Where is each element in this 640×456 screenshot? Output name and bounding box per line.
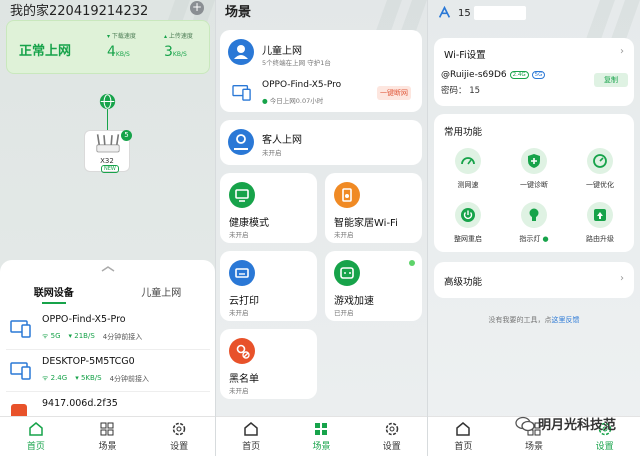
grid-icon (100, 422, 114, 436)
nav-scene[interactable]: 场景 (291, 421, 351, 452)
optimize-button[interactable]: 一键优化 (570, 148, 630, 190)
advanced-functions-card[interactable]: 高级功能 › (434, 262, 634, 298)
device-row[interactable]: DESKTOP-5M5TCG0 ᯤ 2.4G ▾ 5KB/S 4分钟前接入 (6, 350, 210, 392)
speaker-icon (334, 182, 360, 208)
redacted-box (474, 6, 526, 20)
home-title: 我的家220419214232 (10, 4, 149, 19)
download-speed: ▾ 下载速度 4KB/S (107, 33, 136, 60)
power-icon (461, 208, 475, 222)
add-icon[interactable]: + (190, 1, 204, 15)
game-active-dot (409, 260, 415, 266)
router-icon (96, 134, 120, 153)
health-mode-card[interactable]: 健康模式 未开启 (220, 173, 317, 243)
tab-kids-online[interactable]: 儿童上网 (108, 284, 216, 299)
disconnect-button[interactable]: 一键断网 (377, 86, 411, 100)
restart-network-button[interactable]: 整网重启 (438, 202, 498, 244)
chevron-right-icon: › (620, 273, 624, 284)
wechat-icon (515, 416, 535, 431)
blacklist-card[interactable]: 黑名单 未开启 (220, 329, 317, 399)
connected-count-badge: 5 (121, 130, 132, 141)
nav-home[interactable]: 首页 (221, 421, 281, 452)
shield-plus-icon (528, 154, 540, 168)
nav-scene[interactable]: 场景 (77, 421, 137, 452)
bottom-nav: 首页 场景 设置 (216, 416, 427, 456)
network-status-card[interactable]: 正常上网 ▾ 下载速度 4KB/S ▴ 上传速度 3KB/S (6, 20, 210, 74)
monitor-icon (229, 182, 255, 208)
kids-icon (228, 39, 254, 65)
home-icon (244, 422, 258, 436)
upload-speed: ▴ 上传速度 3KB/S (164, 33, 193, 60)
nav-home[interactable]: 首页 (6, 421, 66, 452)
game-boost-card[interactable]: 游戏加速 已开启 (325, 251, 422, 321)
phone-laptop-icon (10, 320, 31, 338)
router-upgrade-button[interactable]: 路由升级 (570, 202, 630, 244)
tab-connected-devices[interactable]: 联网设备 (0, 284, 108, 299)
indicator-light-button[interactable]: 指示灯 ● (504, 202, 564, 244)
copy-button[interactable]: 复制 (594, 73, 628, 87)
page-title: 场景 (225, 5, 252, 20)
gamepad-icon (334, 260, 360, 286)
block-user-icon (229, 338, 255, 364)
guest-icon (228, 129, 254, 155)
feedback-link[interactable]: 这里反馈 (552, 316, 580, 324)
chevron-right-icon: › (620, 46, 624, 57)
home-panel: 我的家220419214232 + 正常上网 ▾ 下载速度 4KB/S ▴ 上传… (0, 0, 215, 456)
home-icon (456, 422, 471, 436)
scene-panel: 场景 儿童上网 5个终端在上网 守护1台 OPPO-Find-X5-Pro ● … (215, 0, 427, 456)
speedometer-icon (461, 157, 475, 165)
diagnose-button[interactable]: 一键诊断 (504, 148, 564, 190)
phone-laptop-icon (10, 362, 31, 380)
nav-settings[interactable]: 设置 (362, 421, 422, 452)
bulb-icon (529, 208, 539, 221)
smart-home-wifi-card[interactable]: 智能家居Wi-Fi 未开启 (325, 173, 422, 243)
brand-logo-icon (438, 6, 451, 18)
feedback-text: 没有我要的工具，点这里反馈 (488, 316, 580, 324)
wifi-ssid: @Ruijie-s69D6 2.4G 5G (441, 70, 546, 80)
printer-icon (229, 260, 255, 286)
gear-icon (172, 422, 186, 436)
router-new-tag: NEW (101, 165, 119, 173)
guest-online-card[interactable]: 客人上网 未开启 (220, 120, 422, 165)
refresh-gauge-icon (593, 154, 607, 168)
internet-globe-icon (99, 93, 116, 110)
device-row[interactable]: OPPO-Find-X5-Pro ᯤ 5G ▾ 21B/S 4分钟前接入 (6, 308, 210, 350)
settings-panel: 15 Wi-Fi设置 › @Ruijie-s69D6 2.4G 5G 密码： 15 … (427, 0, 640, 456)
speed-test-button[interactable]: 测网速 (438, 148, 498, 190)
watermark: 明月光科技范 (515, 414, 616, 433)
wifi-password: 密码： 15 (441, 86, 481, 96)
router-owner-name: 15 (458, 8, 471, 19)
phone-laptop-icon (232, 85, 251, 101)
network-status: 正常上网 (19, 44, 72, 59)
nav-settings[interactable]: 设置 (149, 421, 209, 452)
home-icon (29, 422, 43, 436)
tab-underline (42, 302, 66, 304)
grid-icon (315, 423, 328, 435)
common-functions-card: 常用功能 测网速 一键诊断 一键优化 整网重启 指示灯 ● 路由升级 (434, 114, 634, 252)
cloud-print-card[interactable]: 云打印 未开启 (220, 251, 317, 321)
gear-icon (385, 422, 399, 436)
bottom-nav: 首页 场景 设置 (0, 416, 215, 456)
upgrade-icon (594, 209, 606, 221)
nav-home[interactable]: 首页 (433, 421, 493, 452)
router-name: X32 (100, 157, 114, 165)
sheet-chevron-up-icon[interactable] (101, 266, 115, 272)
